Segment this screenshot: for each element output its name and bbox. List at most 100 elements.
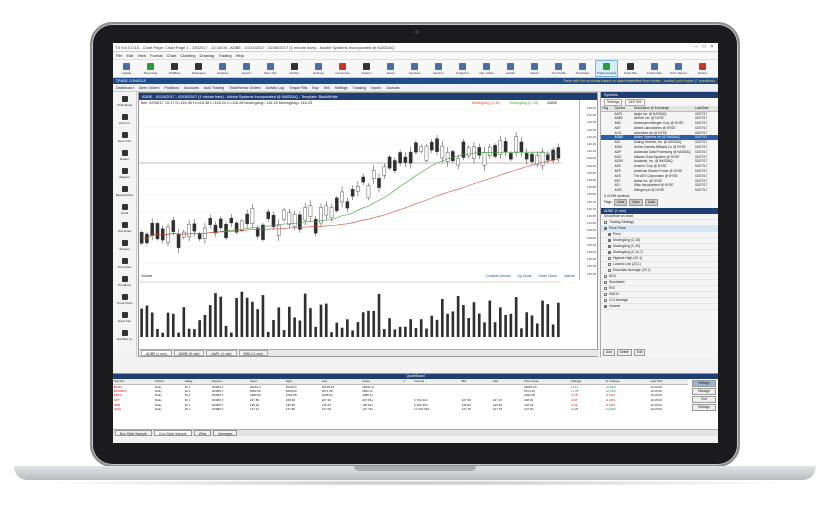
console-tool-activity-log[interactable]: Activity Log bbox=[266, 86, 284, 90]
toolbar-button-trd-profile[interactable]: Trd. Profile bbox=[547, 60, 570, 77]
menu-item-edit[interactable]: Edit bbox=[126, 53, 133, 58]
toolbar-button-update[interactable]: Update bbox=[115, 60, 138, 77]
add-indicator-button[interactable]: Add bbox=[603, 349, 615, 356]
price-chart[interactable] bbox=[139, 100, 581, 350]
page-tab[interactable]: Cool Style Sample bbox=[153, 430, 192, 436]
indicator-checkbox[interactable] bbox=[608, 268, 611, 272]
toolbar-button-symbols[interactable]: Symbols bbox=[403, 60, 426, 77]
console-tool-positions[interactable]: Positions bbox=[164, 86, 179, 90]
indicator-checkbox[interactable] bbox=[604, 304, 607, 308]
indicator-checkbox[interactable] bbox=[608, 244, 611, 248]
tool-sup-res-ln[interactable]: Sup/Res Ln bbox=[113, 326, 136, 344]
quoteboard-side-button[interactable]: Sort bbox=[692, 396, 716, 403]
menu-item-charting[interactable]: Charting bbox=[180, 53, 195, 58]
toolbar-button-sent-rpt-[interactable]: Sent. Rpt. bbox=[259, 60, 282, 77]
quoteboard-side-button[interactable]: Settings bbox=[692, 404, 716, 411]
indicator-checkbox[interactable] bbox=[608, 256, 611, 260]
symbol-row[interactable]: AET Aetna Inc. @ NYSE 02/07/17 bbox=[601, 178, 718, 183]
indicator-checkbox[interactable] bbox=[604, 226, 607, 230]
page-tab[interactable]: Box Style Sample bbox=[115, 430, 152, 436]
symbol-row[interactable]: ADP Automatic Data Processing @ NASDAQ 02/… bbox=[601, 149, 718, 154]
chart-panel[interactable]: ADBE - 01/24/2017 - 02/08/2017 (1 minute… bbox=[138, 92, 599, 357]
symbol-row[interactable]: ADSK Autodesk, Inc. @ NASDAQ 02/07/17 bbox=[601, 159, 718, 164]
menu-item-view[interactable]: View bbox=[137, 53, 146, 58]
symbol-row[interactable]: ACN Accenture plc @ NYSE 02/07/17 bbox=[601, 130, 718, 135]
symbol-row[interactable]: ABBV AbbVie Inc. @ NYSE 02/07/17 bbox=[601, 116, 718, 121]
tool-repeat-draw[interactable]: Repeat Draw bbox=[113, 182, 136, 200]
quote-row[interactable]: QQQ Daily Rt 1 02/08/17 127.41 127.86 127.28 12… bbox=[113, 407, 688, 412]
toolbar-button-libraries[interactable]: Libraries bbox=[211, 60, 234, 77]
toolbar-button-strategies[interactable]: Strategies bbox=[187, 60, 210, 77]
price-axis[interactable]: 116.40 116.35 116.30 116.25 116.20 116.15 116.… bbox=[579, 100, 597, 280]
toolbar-button-system[interactable]: System bbox=[355, 60, 378, 77]
tool-chart-book[interactable]: Chart Book bbox=[113, 92, 136, 110]
toolbar-button-streaming[interactable]: Streaming bbox=[139, 60, 162, 77]
flag-save-button[interactable]: Save bbox=[629, 198, 643, 206]
console-tool-sell[interactable]: Sell bbox=[324, 86, 330, 90]
toolbar-button-orders[interactable]: Orders bbox=[691, 60, 714, 77]
symbol-row[interactable]: ADS Alliance Data Systems @ NYSE 02/07/17 bbox=[601, 154, 718, 159]
tool-zoom-out[interactable]: Zoom Out bbox=[113, 128, 136, 146]
indicator-checkbox[interactable] bbox=[604, 298, 607, 302]
flag-load-button[interactable]: Load bbox=[644, 198, 658, 206]
menu-item-drawing[interactable]: Drawing bbox=[200, 53, 215, 58]
indicator-checkbox[interactable] bbox=[604, 286, 607, 290]
toolbar-button-snapshot[interactable]: Snapshot bbox=[451, 60, 474, 77]
quoteboard-side-button[interactable]: Settings bbox=[692, 380, 716, 387]
tool-price-alert[interactable]: Price Alert bbox=[113, 254, 136, 272]
chart-tab[interactable]: BIDU (1 min) bbox=[238, 350, 269, 356]
console-tool-settings[interactable]: Settings bbox=[335, 86, 348, 90]
chart-tab[interactable]: AAPL (1 min) bbox=[206, 350, 237, 356]
console-tool-tracking[interactable]: Tracking bbox=[353, 86, 367, 90]
menu-item-trading[interactable]: Trading bbox=[218, 53, 231, 58]
toolbar-button-order-bar[interactable]: Order Bar bbox=[619, 60, 642, 77]
symbol-row[interactable]: AEE Ameren Corp @ NYSE 02/07/17 bbox=[601, 164, 718, 169]
tool-gann-fan[interactable]: Gann Fan bbox=[113, 308, 136, 326]
page-tab[interactable]: Wins bbox=[193, 430, 212, 436]
toolbar-button-ladder[interactable]: Ladder bbox=[499, 60, 522, 77]
quoteboard-side-button[interactable]: Manage bbox=[692, 388, 716, 395]
console-tool-torque-fills[interactable]: Torque Fills bbox=[289, 86, 307, 90]
indicator-checkbox[interactable] bbox=[604, 274, 607, 278]
symbol-row[interactable]: AFL Aflac Incorporated @ NYSE 02/07/17 bbox=[601, 183, 718, 188]
symbol-row[interactable]: ADBE Adobe Systems Inc @ NASDAQ 02/07/17 bbox=[601, 134, 718, 140]
console-tool-inputs[interactable]: Inputs bbox=[371, 86, 381, 90]
tool-magnet[interactable]: Magnet bbox=[113, 164, 136, 182]
indicator-checkbox[interactable] bbox=[604, 280, 607, 284]
toolbar-button-timesales[interactable]: TimeSales bbox=[571, 60, 594, 77]
indicator-checkbox[interactable] bbox=[608, 250, 611, 254]
tool-text-draw[interactable]: Text Draw bbox=[113, 218, 136, 236]
console-tool-auto-trading[interactable]: Auto Trading bbox=[204, 86, 224, 90]
tool-shapes[interactable]: Shapes bbox=[113, 236, 136, 254]
menu-item-help[interactable]: Help bbox=[236, 53, 244, 58]
toolbar-button-depth[interactable]: Depth bbox=[523, 60, 546, 77]
indicator-item[interactable]: Volume bbox=[601, 304, 718, 310]
menu-item-file[interactable]: File bbox=[116, 53, 122, 58]
tool-grids[interactable]: Grids bbox=[113, 200, 136, 218]
indicator-checkbox[interactable] bbox=[608, 262, 611, 266]
toolbar-button-export[interactable]: Export bbox=[235, 60, 258, 77]
toolbar-button-perf-report[interactable]: Perf. Report bbox=[667, 60, 690, 77]
indicator-checkbox[interactable] bbox=[608, 238, 611, 242]
list-settings-button[interactable]: Settings bbox=[604, 98, 623, 106]
symbol-list-select[interactable]: S&P 500 bbox=[625, 98, 645, 106]
console-tool-buy[interactable]: Buy bbox=[312, 86, 318, 90]
symbol-row[interactable]: ABC AmerisourceBergen Corp @ NYSE 02/07/17 bbox=[601, 121, 718, 126]
toolbar-button-alerts[interactable]: Alerts bbox=[379, 60, 402, 77]
symbol-row[interactable]: ABT Abbott Laboratories @ NYSE 02/07/17 bbox=[601, 125, 718, 130]
symbol-row[interactable]: AAPL Apple Inc. @ NASDAQ 02/07/17 bbox=[601, 111, 718, 116]
tool-trend-chan[interactable]: Trend Chan bbox=[113, 290, 136, 308]
menu-item-chart[interactable]: Chart bbox=[167, 53, 177, 58]
menu-item-format[interactable]: Format bbox=[150, 53, 163, 58]
minimize-icon[interactable]: – bbox=[692, 44, 700, 50]
toolbar-button-trade-filter[interactable]: Trade Filter bbox=[643, 60, 666, 77]
console-tool-accounts[interactable]: Accounts bbox=[184, 86, 199, 90]
symbol-row[interactable]: AES The AES Corporation @ NYSE 02/07/17 bbox=[601, 173, 718, 178]
close-icon[interactable]: × bbox=[708, 44, 716, 50]
tool-trendline[interactable]: TrendLine bbox=[113, 272, 136, 290]
indicator-checkbox[interactable] bbox=[604, 220, 607, 224]
toolbar-button-hill-rpt-[interactable]: Hill Rpt. bbox=[283, 60, 306, 77]
toolbar-button-opt-chain[interactable]: Opt. Chain bbox=[475, 60, 498, 77]
toolbar-button-settings[interactable]: Settings bbox=[307, 60, 330, 77]
edit-indicator-button[interactable]: Edit bbox=[633, 349, 646, 356]
